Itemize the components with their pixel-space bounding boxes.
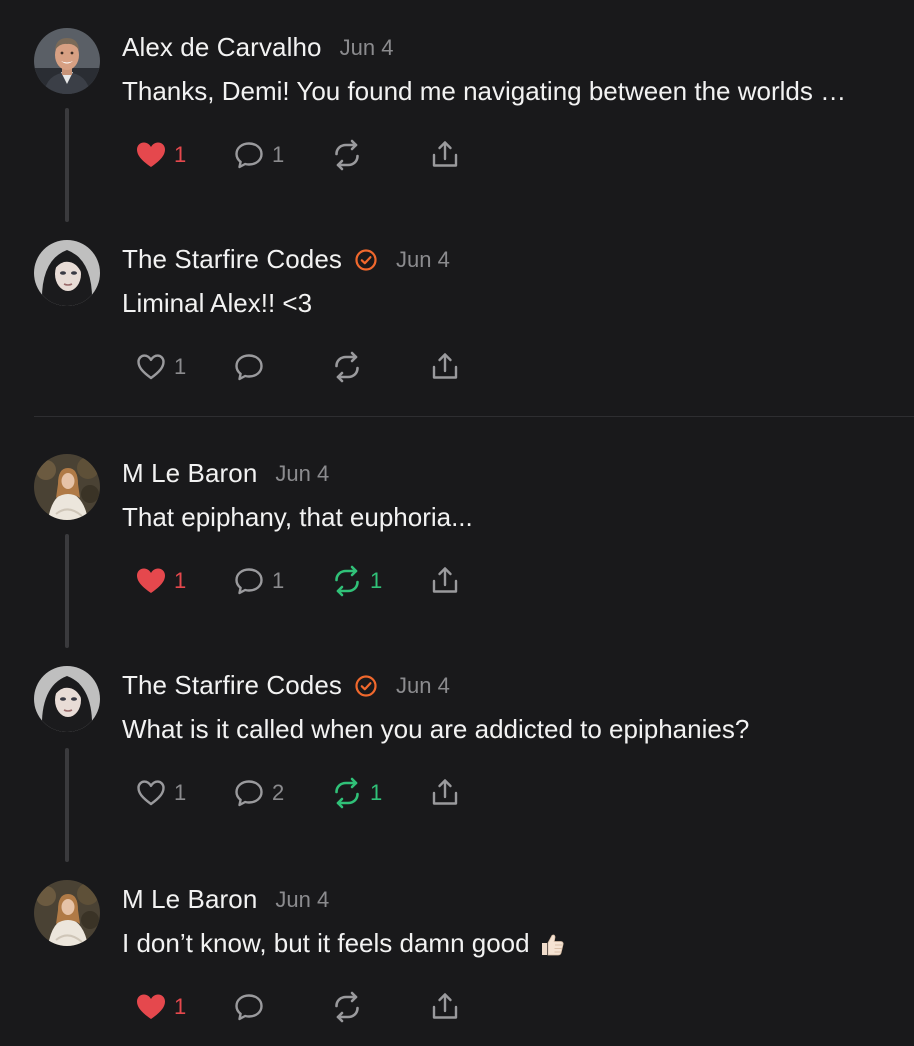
avatar[interactable] (34, 880, 100, 946)
post-meta: M Le Baron Jun 4 (122, 458, 329, 489)
post-text: What is it called when you are addicted … (122, 714, 902, 745)
share-button[interactable] (428, 990, 462, 1024)
repost-icon (330, 990, 364, 1024)
repost-button[interactable]: 1 (330, 564, 392, 598)
repost-icon (330, 776, 364, 810)
reply-button[interactable] (232, 990, 294, 1024)
post-actions: 1 1 1 (134, 564, 498, 598)
share-button[interactable] (428, 564, 462, 598)
post-date[interactable]: Jun 4 (340, 35, 394, 61)
comment-icon (232, 138, 266, 172)
author-name[interactable]: M Le Baron (122, 458, 257, 489)
avatar[interactable] (34, 28, 100, 94)
post-text: That epiphany, that euphoria... (122, 502, 902, 533)
heart-icon (134, 350, 168, 384)
reply-count: 1 (272, 568, 285, 593)
verified-badge-icon (354, 248, 378, 272)
repost-button[interactable]: 1 (330, 776, 392, 810)
like-button[interactable]: 1 (134, 990, 196, 1024)
thread-divider (34, 416, 914, 417)
share-button[interactable] (428, 350, 462, 384)
share-button[interactable] (428, 776, 462, 810)
comment-icon (232, 564, 266, 598)
like-count: 1 (174, 568, 187, 593)
post-meta: The Starfire Codes Jun 4 (122, 244, 450, 275)
avatar[interactable] (34, 240, 100, 306)
repost-button[interactable] (330, 138, 392, 172)
share-icon (428, 350, 462, 384)
post-body: What is it called when you are addicted … (122, 714, 750, 744)
post-text: Thanks, Demi! You found me navigating be… (122, 76, 902, 107)
like-count: 1 (174, 994, 187, 1019)
post-date[interactable]: Jun 4 (275, 461, 329, 487)
verified-badge-icon (354, 674, 378, 698)
heart-filled-icon (134, 138, 168, 172)
reply-count: 2 (272, 780, 285, 805)
post-body: Liminal Alex!! <3 (122, 288, 313, 318)
post-date[interactable]: Jun 4 (396, 673, 450, 699)
post-actions: 1 2 1 (134, 776, 498, 810)
thread-connector (65, 534, 69, 648)
author-name[interactable]: The Starfire Codes (122, 670, 342, 701)
repost-button[interactable] (330, 350, 392, 384)
post-text: I don’t know, but it feels damn good (122, 928, 902, 959)
like-button[interactable]: 1 (134, 564, 196, 598)
author-name[interactable]: M Le Baron (122, 884, 257, 915)
reply-count: 1 (272, 142, 285, 167)
post-actions: 1 1 (134, 138, 498, 172)
post-actions: 1 (134, 990, 498, 1024)
reply-button[interactable]: 1 (232, 138, 294, 172)
post-meta: M Le Baron Jun 4 (122, 884, 329, 915)
repost-icon (330, 564, 364, 598)
share-icon (428, 776, 462, 810)
comment-icon (232, 350, 266, 384)
reply-button[interactable] (232, 350, 294, 384)
thread-connector (65, 108, 69, 222)
reply-button[interactable]: 2 (232, 776, 294, 810)
like-count: 1 (174, 142, 187, 167)
share-button[interactable] (428, 138, 462, 172)
comment-icon (232, 990, 266, 1024)
share-icon (428, 138, 462, 172)
repost-count: 1 (370, 568, 383, 593)
post-body: Thanks, Demi! You found me navigating be… (122, 76, 847, 106)
like-count: 1 (174, 780, 187, 805)
repost-icon (330, 138, 364, 172)
avatar[interactable] (34, 666, 100, 732)
avatar[interactable] (34, 454, 100, 520)
post-text: Liminal Alex!! <3 (122, 288, 902, 319)
share-icon (428, 990, 462, 1024)
author-name[interactable]: The Starfire Codes (122, 244, 342, 275)
repost-count: 1 (370, 780, 383, 805)
repost-button[interactable] (330, 990, 392, 1024)
author-name[interactable]: Alex de Carvalho (122, 32, 322, 63)
post-date[interactable]: Jun 4 (275, 887, 329, 913)
comment-thread: Alex de Carvalho Jun 4 Thanks, Demi! You… (0, 0, 914, 1046)
post-body: I don’t know, but it feels damn good (122, 928, 530, 958)
reply-button[interactable]: 1 (232, 564, 294, 598)
heart-filled-icon (134, 564, 168, 598)
post-actions: 1 (134, 350, 498, 384)
repost-icon (330, 350, 364, 384)
thumbs-up-emoji-icon (538, 930, 566, 958)
share-icon (428, 564, 462, 598)
comment-icon (232, 776, 266, 810)
post-body: That epiphany, that euphoria... (122, 502, 473, 532)
thread-connector (65, 748, 69, 862)
like-button[interactable]: 1 (134, 350, 196, 384)
like-button[interactable]: 1 (134, 776, 196, 810)
post-meta: The Starfire Codes Jun 4 (122, 670, 450, 701)
heart-icon (134, 776, 168, 810)
like-button[interactable]: 1 (134, 138, 196, 172)
post-meta: Alex de Carvalho Jun 4 (122, 32, 393, 63)
like-count: 1 (174, 354, 187, 379)
post-date[interactable]: Jun 4 (396, 247, 450, 273)
heart-filled-icon (134, 990, 168, 1024)
